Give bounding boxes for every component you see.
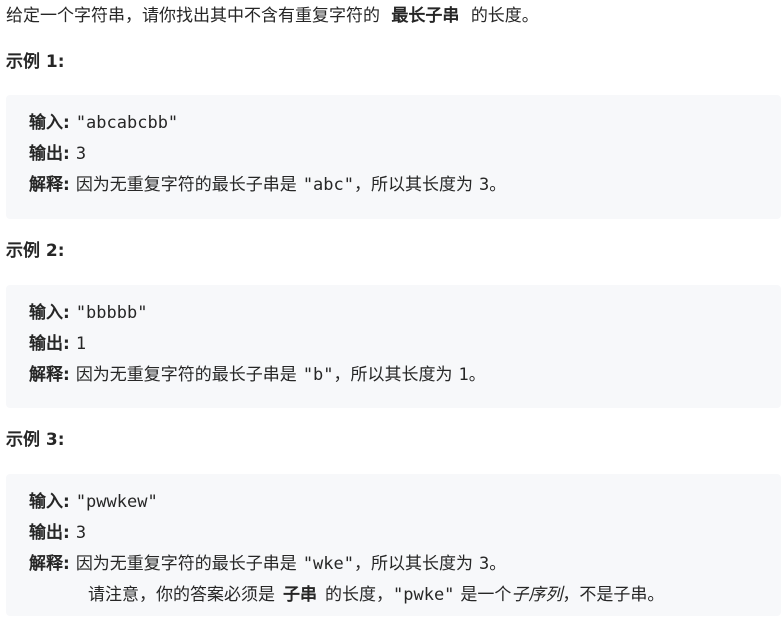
example-1-heading: 示例 1: bbox=[6, 52, 65, 72]
example-1-explain-row: 解释: 因为无重复字符的最长子串是 "abc"，所以其长度为 3。 bbox=[29, 173, 506, 197]
explain-length: 1 bbox=[458, 365, 469, 385]
explain-code: "wke" bbox=[302, 554, 354, 574]
example-1-input-row: 输入: "abcabcbb" bbox=[29, 111, 178, 135]
output-value: 3 bbox=[75, 523, 87, 543]
explain-length: 3 bbox=[479, 175, 490, 195]
explain-end: 。 bbox=[489, 554, 507, 574]
explain-text: 因为无重复字符的最长子串是 bbox=[75, 175, 297, 195]
example-2-heading: 示例 2: bbox=[6, 241, 65, 261]
note-before: 请注意，你的答案必须是 bbox=[88, 585, 275, 605]
output-label: 输出: bbox=[29, 144, 70, 164]
explain-label: 解释: bbox=[29, 365, 70, 385]
note-middle: 的长度， bbox=[325, 585, 393, 605]
example-2-output-row: 输出: 1 bbox=[29, 332, 86, 356]
input-label: 输入: bbox=[29, 492, 70, 512]
example-3-input-row: 输入: "pwwkew" bbox=[29, 490, 158, 514]
example-1-block: 输入: "abcabcbb" 输出: 3 解释: 因为无重复字符的最长子串是 "abc"… bbox=[6, 95, 781, 219]
explain-length: 3 bbox=[479, 554, 490, 574]
note-code: "pwke" bbox=[393, 585, 455, 605]
note-italic-term: 子序列 bbox=[511, 585, 563, 605]
explain-middle: ，所以其长度为 bbox=[354, 554, 473, 574]
example-3-output-row: 输出: 3 bbox=[29, 521, 86, 545]
explain-code: "abc" bbox=[302, 175, 354, 195]
explain-code: "b" bbox=[302, 365, 334, 385]
output-label: 输出: bbox=[29, 334, 70, 354]
explain-middle: ，所以其长度为 bbox=[354, 175, 473, 195]
example-2-input-row: 输入: "bbbbb" bbox=[29, 301, 147, 325]
output-value: 1 bbox=[75, 334, 87, 354]
explain-middle: ，所以其长度为 bbox=[333, 365, 453, 385]
example-1-output-row: 输出: 3 bbox=[29, 142, 86, 166]
example-3-explain-row: 解释: 因为无重复字符的最长子串是 "wke"，所以其长度为 3。 bbox=[29, 552, 506, 576]
input-value: "pwwkew" bbox=[75, 492, 158, 512]
example-3-heading: 示例 3: bbox=[6, 430, 65, 450]
explain-text: 因为无重复字符的最长子串是 bbox=[75, 554, 297, 574]
intro-bold-term: 最长子串 bbox=[391, 6, 460, 26]
explain-label: 解释: bbox=[29, 554, 70, 574]
note-after: 是一个 bbox=[460, 585, 512, 605]
problem-statement: 给定一个字符串，请你找出其中不含有重复字符的 最长子串 的长度。 bbox=[6, 3, 539, 29]
input-value: "abcabcbb" bbox=[75, 113, 179, 133]
example-3-block: 输入: "pwwkew" 输出: 3 解释: 因为无重复字符的最长子串是 "wke"，所… bbox=[6, 474, 781, 616]
example-2-explain-row: 解释: 因为无重复字符的最长子串是 "b"，所以其长度为 1。 bbox=[29, 363, 486, 387]
example-3-note: 请注意，你的答案必须是 子串 的长度，"pwke" 是一个子序列，不是子串。 bbox=[88, 583, 664, 607]
intro-text-before: 给定一个字符串，请你找出其中不含有重复字符的 bbox=[6, 6, 380, 26]
explain-end: 。 bbox=[468, 365, 486, 385]
explain-end: 。 bbox=[489, 175, 507, 195]
note-bold-term: 子串 bbox=[283, 585, 317, 605]
output-value: 3 bbox=[75, 144, 87, 164]
output-label: 输出: bbox=[29, 523, 70, 543]
input-value: "bbbbb" bbox=[75, 303, 148, 323]
intro-text-after: 的长度。 bbox=[470, 6, 539, 26]
explain-label: 解释: bbox=[29, 175, 70, 195]
note-end: ，不是子串。 bbox=[562, 585, 665, 605]
input-label: 输入: bbox=[29, 303, 70, 323]
input-label: 输入: bbox=[29, 113, 70, 133]
example-2-block: 输入: "bbbbb" 输出: 1 解释: 因为无重复字符的最长子串是 "b"，所以其长… bbox=[6, 285, 781, 408]
explain-text: 因为无重复字符的最长子串是 bbox=[75, 365, 297, 385]
